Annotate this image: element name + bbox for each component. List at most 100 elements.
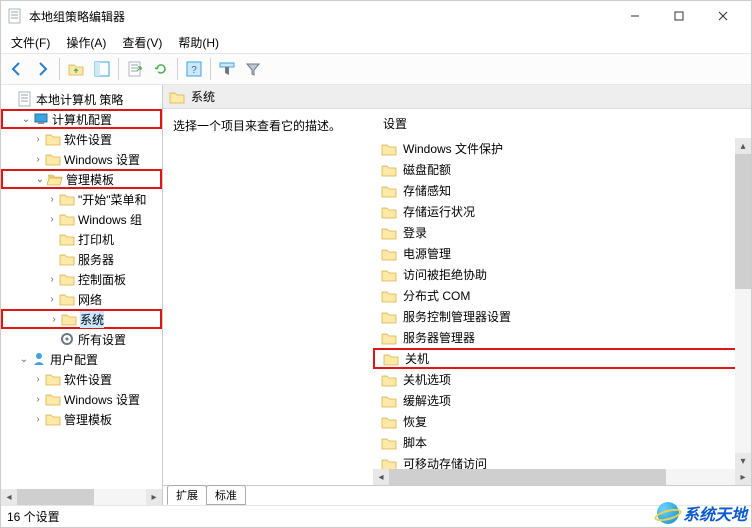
chevron-right-icon[interactable]: › bbox=[31, 154, 45, 165]
list-item[interactable]: 服务控制管理器设置 bbox=[373, 306, 751, 327]
scroll-down-icon[interactable]: ▾ bbox=[735, 453, 751, 469]
tree-user-windows-settings[interactable]: › Windows 设置 bbox=[1, 389, 162, 409]
scrollbar-thumb[interactable] bbox=[735, 154, 751, 289]
tree-user-admin-templates[interactable]: › 管理模板 bbox=[1, 409, 162, 429]
list-item[interactable]: 登录 bbox=[373, 222, 751, 243]
list-item[interactable]: 访问被拒绝协助 bbox=[373, 264, 751, 285]
close-button[interactable] bbox=[701, 2, 745, 30]
menu-view[interactable]: 查看(V) bbox=[116, 32, 168, 53]
folder-open-icon bbox=[47, 171, 63, 187]
chevron-down-icon[interactable]: ⌄ bbox=[19, 114, 33, 125]
toolbar: ? bbox=[1, 53, 751, 85]
folder-icon bbox=[45, 151, 61, 167]
svg-text:?: ? bbox=[191, 65, 197, 76]
show-tree-button[interactable] bbox=[90, 57, 114, 81]
tree-servers[interactable]: 服务器 bbox=[1, 249, 162, 269]
chevron-right-icon[interactable]: › bbox=[31, 374, 45, 385]
tree-user-config[interactable]: ⌄ 用户配置 bbox=[1, 349, 162, 369]
settings-list: Windows 文件保护 磁盘配额 存储感知 存储运行状况 登录 电源管理 访问… bbox=[373, 138, 751, 485]
tree-item-label: 管理模板 bbox=[64, 411, 112, 428]
list-item-label: 关机 bbox=[405, 350, 429, 367]
list-item[interactable]: 分布式 COM bbox=[373, 285, 751, 306]
list-item[interactable]: 磁盘配额 bbox=[373, 159, 751, 180]
folder-icon bbox=[381, 288, 397, 304]
chevron-right-icon[interactable]: › bbox=[31, 134, 45, 145]
scroll-right-icon[interactable]: ▸ bbox=[146, 489, 162, 505]
chevron-right-icon[interactable]: › bbox=[45, 194, 59, 205]
tree-computer-config[interactable]: ⌄ 计算机配置 bbox=[1, 109, 162, 129]
tree-user-software-settings[interactable]: › 软件设置 bbox=[1, 369, 162, 389]
tree-root[interactable]: 本地计算机 策略 bbox=[1, 89, 162, 109]
list-item[interactable]: 恢复 bbox=[373, 411, 751, 432]
help-button[interactable]: ? bbox=[182, 57, 206, 81]
chevron-right-icon[interactable]: › bbox=[31, 414, 45, 425]
list-item[interactable]: 存储感知 bbox=[373, 180, 751, 201]
folder-icon bbox=[45, 411, 61, 427]
refresh-button[interactable] bbox=[149, 57, 173, 81]
globe-icon bbox=[657, 502, 679, 524]
list-item[interactable]: 脚本 bbox=[373, 432, 751, 453]
chevron-right-icon[interactable]: › bbox=[31, 394, 45, 405]
list-item-label: 脚本 bbox=[403, 434, 427, 451]
chevron-right-icon[interactable]: › bbox=[45, 274, 59, 285]
folder-icon bbox=[381, 246, 397, 262]
list-item-label: 服务器管理器 bbox=[403, 329, 475, 346]
folder-icon bbox=[59, 191, 75, 207]
filter-options-button[interactable] bbox=[215, 57, 239, 81]
nav-back-button[interactable] bbox=[5, 57, 29, 81]
chevron-right-icon[interactable]: › bbox=[47, 314, 61, 325]
list-item[interactable]: 服务器管理器 bbox=[373, 327, 751, 348]
list-vertical-scrollbar[interactable]: ▴ ▾ bbox=[735, 138, 751, 469]
tree-admin-templates[interactable]: ⌄ 管理模板 bbox=[1, 169, 162, 189]
tree-windows-components[interactable]: › Windows 组 bbox=[1, 209, 162, 229]
tab-extended[interactable]: 扩展 bbox=[167, 485, 207, 505]
tree-control-panel[interactable]: › 控制面板 bbox=[1, 269, 162, 289]
chevron-right-icon[interactable]: › bbox=[45, 294, 59, 305]
menu-help[interactable]: 帮助(H) bbox=[172, 32, 225, 53]
maximize-button[interactable] bbox=[657, 2, 701, 30]
tree-horizontal-scrollbar[interactable]: ◂ ▸ bbox=[1, 489, 162, 505]
list-item[interactable]: 缓解选项 bbox=[373, 390, 751, 411]
tree-item-label: Windows 设置 bbox=[64, 151, 140, 168]
tree-system[interactable]: › 系统 bbox=[1, 309, 162, 329]
filter-button[interactable] bbox=[241, 57, 265, 81]
chevron-down-icon[interactable]: ⌄ bbox=[33, 174, 47, 185]
scroll-right-icon[interactable]: ▸ bbox=[735, 469, 751, 485]
chevron-down-icon[interactable]: ⌄ bbox=[17, 354, 31, 365]
list-horizontal-scrollbar[interactable]: ◂ ▸ bbox=[373, 469, 751, 485]
tree-software-settings[interactable]: › 软件设置 bbox=[1, 129, 162, 149]
minimize-button[interactable] bbox=[613, 2, 657, 30]
folder-icon bbox=[381, 435, 397, 451]
list-item-shutdown[interactable]: 关机 bbox=[373, 348, 751, 369]
tree-printers[interactable]: 打印机 bbox=[1, 229, 162, 249]
up-folder-button[interactable] bbox=[64, 57, 88, 81]
tree-start-menu[interactable]: › "开始"菜单和 bbox=[1, 189, 162, 209]
list-item-label: 磁盘配额 bbox=[403, 161, 451, 178]
scrollbar-thumb[interactable] bbox=[389, 469, 666, 485]
folder-icon bbox=[381, 141, 397, 157]
tree-item-label: 软件设置 bbox=[64, 131, 112, 148]
tab-standard[interactable]: 标准 bbox=[206, 485, 246, 505]
folder-icon bbox=[59, 271, 75, 287]
computer-icon bbox=[33, 111, 49, 127]
nav-forward-button[interactable] bbox=[31, 57, 55, 81]
scroll-up-icon[interactable]: ▴ bbox=[735, 138, 751, 154]
scroll-left-icon[interactable]: ◂ bbox=[1, 489, 17, 505]
list-item-label: 恢复 bbox=[403, 413, 427, 430]
chevron-right-icon[interactable]: › bbox=[45, 214, 59, 225]
menu-action[interactable]: 操作(A) bbox=[60, 32, 112, 53]
list-item[interactable]: Windows 文件保护 bbox=[373, 138, 751, 159]
folder-icon bbox=[381, 372, 397, 388]
list-item[interactable]: 存储运行状况 bbox=[373, 201, 751, 222]
list-item-label: 存储感知 bbox=[403, 182, 451, 199]
scroll-left-icon[interactable]: ◂ bbox=[373, 469, 389, 485]
tree-windows-settings[interactable]: › Windows 设置 bbox=[1, 149, 162, 169]
tree-all-settings[interactable]: 所有设置 bbox=[1, 329, 162, 349]
export-button[interactable] bbox=[123, 57, 147, 81]
list-item-label: 分布式 COM bbox=[403, 287, 470, 304]
menu-file[interactable]: 文件(F) bbox=[5, 32, 56, 53]
list-item[interactable]: 关机选项 bbox=[373, 369, 751, 390]
list-item[interactable]: 电源管理 bbox=[373, 243, 751, 264]
tree-network[interactable]: › 网络 bbox=[1, 289, 162, 309]
scrollbar-thumb[interactable] bbox=[17, 489, 94, 505]
